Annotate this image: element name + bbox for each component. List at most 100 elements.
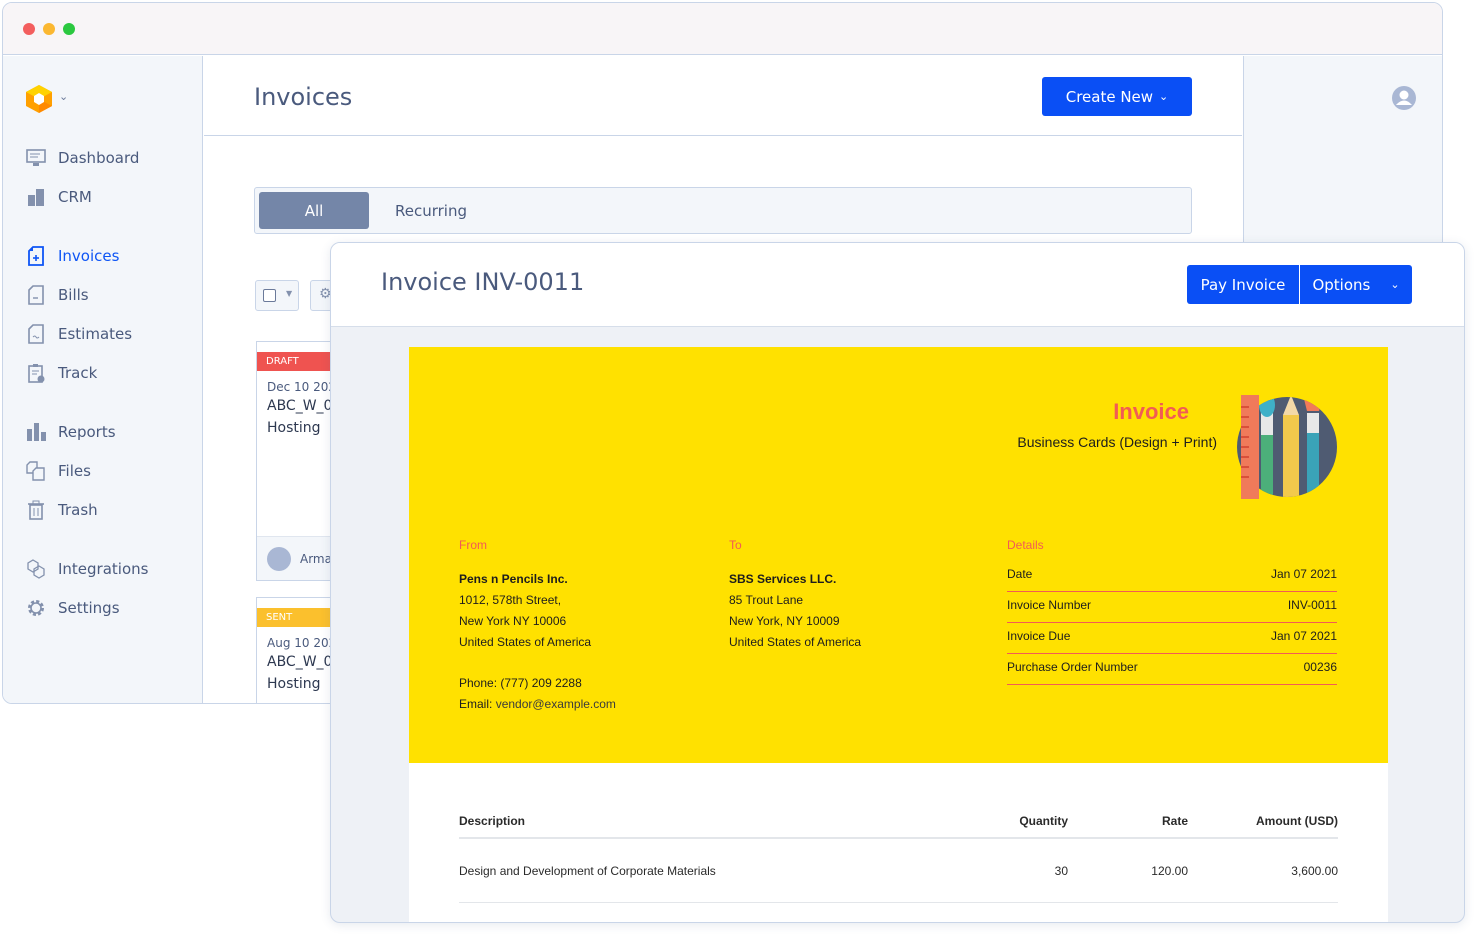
detail-value: Jan 07 2021 [1270,567,1337,581]
detail-value: INV-0011 [1287,598,1337,612]
invoice-header-section: Invoice Business Cards (Design + Print) [409,347,1388,763]
details-list: Date Jan 07 2021 Invoice Number INV-0011 I… [1007,561,1337,685]
invoice-tabs: All Recurring [254,187,1192,234]
close-window-button[interactable] [23,23,35,35]
sidebar-item-label: Estimates [58,325,133,343]
user-avatar-icon[interactable] [1392,86,1416,114]
invoice-heading: Invoice [1113,399,1189,424]
line-items-table: Description Quantity Rate Amount (USD) D… [459,805,1338,903]
sidebar-item-dashboard[interactable]: Dashboard [25,146,139,170]
detail-row: Date Jan 07 2021 [1007,561,1337,592]
chevron-down-icon: ⌄ [1390,278,1400,291]
chevron-down-icon: ⌄ [1159,90,1169,103]
sidebar-item-reports[interactable]: Reports [25,420,116,444]
sidebar-item-label: Dashboard [58,149,140,167]
sidebar-item-settings[interactable]: Settings [25,596,120,620]
invoice-plus-icon [25,245,47,267]
modal-header: Invoice INV-0011 Pay Invoice Options ⌄ [331,243,1464,327]
column-header-rate: Rate [1161,814,1188,828]
title-bar [3,3,1442,55]
detail-value: Jan 07 2021 [1270,629,1337,643]
from-line1: 1012, 578th Street, [459,593,562,607]
create-new-label: Create New [1065,87,1154,106]
modal-title: Invoice INV-0011 [381,268,585,296]
bar-chart-icon [25,421,47,443]
from-line2: New York NY 10006 [459,614,567,628]
sidebar-item-estimates[interactable]: Estimates [25,322,132,346]
card-owner: Arma [300,552,332,566]
table-row: Design and Development of Corporate Mate… [459,839,1338,903]
maximize-window-button[interactable] [63,23,75,35]
options-label: Options [1312,275,1371,294]
clipboard-check-icon [25,362,47,384]
cell-rate: 120.00 [1151,863,1188,878]
sidebar-item-track[interactable]: Track [25,361,97,385]
detail-label: Purchase Order Number [1007,660,1138,674]
sidebar-item-integrations[interactable]: Integrations [25,557,148,581]
sidebar-item-label: Settings [58,599,120,617]
sidebar-item-files[interactable]: Files [25,459,91,483]
tab-recurring[interactable]: Recurring [395,202,467,220]
hexagons-icon [25,558,47,580]
buildings-icon [25,186,47,208]
hexagon-logo-icon[interactable] [25,84,53,118]
invoice-subtitle: Business Cards (Design + Print) [1017,434,1217,450]
cell-description: Design and Development of Corporate Mate… [459,863,716,878]
to-line3: United States of America [729,635,862,649]
gear-icon [25,597,47,619]
detail-row: Invoice Due Jan 07 2021 [1007,623,1337,654]
sidebar-item-invoices[interactable]: Invoices [25,244,119,268]
sidebar-item-bills[interactable]: Bills [25,283,89,307]
sidebar-item-label: Invoices [58,247,120,265]
detail-label: Date [1007,567,1033,581]
options-button[interactable]: Options ⌄ [1300,265,1412,304]
sidebar-item-label: Track [58,364,98,382]
from-email[interactable]: vendor@example.com [496,697,616,711]
caret-down-icon: ▼ [286,289,293,298]
sidebar-item-label: Bills [58,286,89,304]
sidebar-item-label: CRM [58,188,92,206]
to-label: To [729,538,742,552]
minimize-window-button[interactable] [43,23,55,35]
sidebar-item-label: Reports [58,423,116,441]
detail-label: Invoice Number [1007,598,1092,612]
cell-amount: 3,600.00 [1291,863,1338,878]
from-label: From [459,538,487,552]
sidebar-item-trash[interactable]: Trash [25,498,98,522]
from-phone: Phone: (777) 209 2288 [459,676,582,690]
page-header: Invoices Create New ⌄ [204,56,1242,136]
estimate-icon [25,323,47,345]
pay-invoice-button[interactable]: Pay Invoice [1187,265,1299,304]
invoice-modal: Invoice INV-0011 Pay Invoice Options ⌄ I… [330,242,1465,923]
detail-label: Invoice Due [1007,629,1071,643]
to-line2: New York, NY 10009 [729,614,840,628]
sidebar: ⌄ Dashboard CRM Invoices Bills Estimates… [3,56,203,703]
cell-quantity: 30 [1054,863,1068,878]
sidebar-item-label: Files [58,462,91,480]
select-all-dropdown[interactable]: ▼ [255,280,299,311]
tab-all[interactable]: All [259,192,369,229]
to-line1: 85 Trout Lane [729,593,804,607]
column-header-amount: Amount (USD) [1256,814,1338,828]
chevron-down-icon[interactable]: ⌄ [59,90,68,103]
from-address: Pens n Pencils Inc. 1012, 578th Street, … [459,569,616,715]
from-name: Pens n Pencils Inc. [459,572,568,586]
create-new-button[interactable]: Create New ⌄ [1042,77,1192,116]
art-supplies-icon [1235,395,1339,504]
table-header: Description Quantity Rate Amount (USD) [459,805,1338,839]
page-title: Invoices [254,83,353,111]
bill-minus-icon [25,284,47,306]
detail-row: Invoice Number INV-0011 [1007,592,1337,623]
detail-value: 00236 [1303,660,1337,674]
trash-icon [25,499,47,521]
sidebar-item-crm[interactable]: CRM [25,185,92,209]
to-address: SBS Services LLC. 85 Trout Lane New York… [729,569,861,653]
invoice-document: Invoice Business Cards (Design + Print) [409,347,1388,922]
column-header-description: Description [459,814,526,828]
details-label: Details [1007,538,1044,552]
avatar [267,547,291,571]
sidebar-item-label: Trash [58,501,98,519]
detail-row: Purchase Order Number 00236 [1007,654,1337,685]
checkbox[interactable] [263,289,276,302]
monitor-icon [25,147,47,169]
